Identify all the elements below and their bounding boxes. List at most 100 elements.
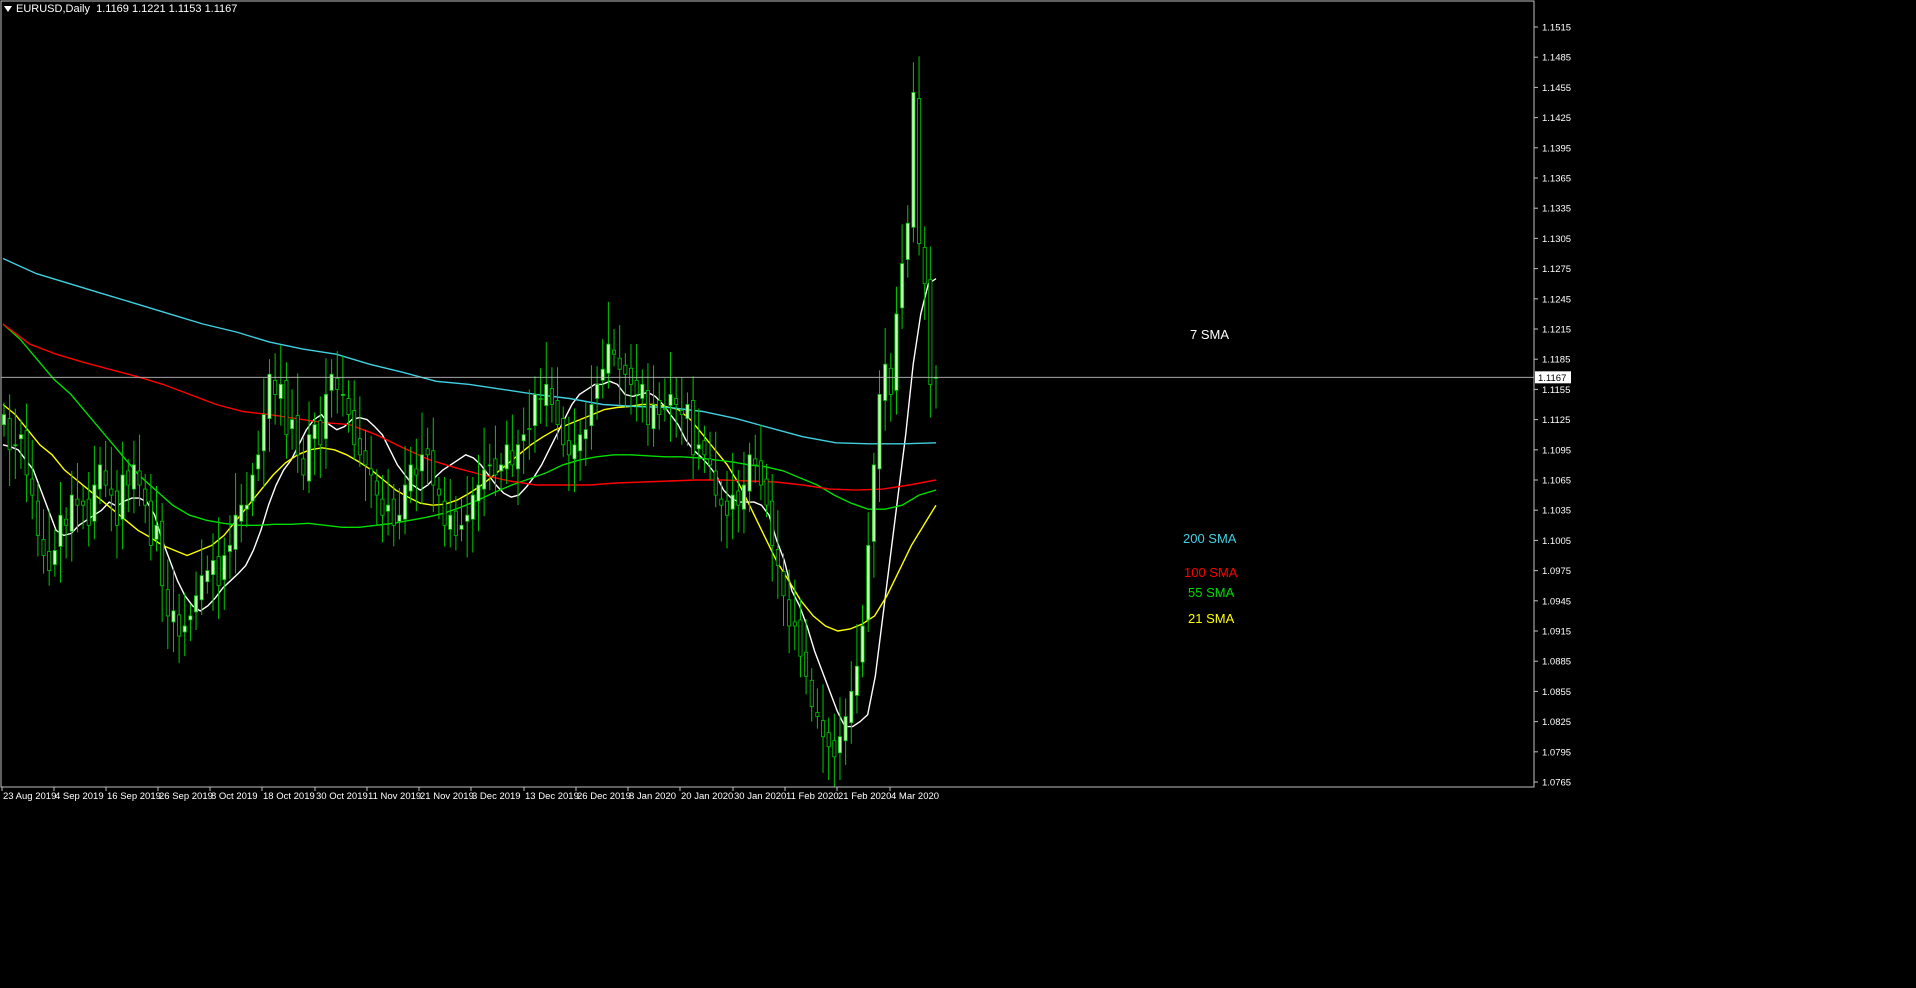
candle-body (137, 470, 142, 486)
candle-body (640, 383, 645, 399)
candle-body (126, 470, 131, 486)
candle-body (261, 414, 266, 452)
candle-body (13, 444, 18, 447)
candle-body (685, 404, 690, 419)
y-tick-label: 1.1335 (1542, 204, 1571, 215)
candle-body (516, 444, 521, 470)
x-tick-label: 20 Jan 2020 (681, 791, 733, 802)
y-tick-label: 1.1365 (1542, 174, 1571, 185)
candle-body (544, 383, 549, 406)
candle-body (741, 484, 746, 510)
candle-body (837, 736, 842, 754)
candle-body (758, 460, 763, 486)
y-tick-label: 1.1305 (1542, 234, 1571, 245)
y-tick-label: 1.1155 (1542, 385, 1570, 396)
candle-body (329, 373, 334, 391)
candle-body (419, 454, 424, 472)
candle-body (566, 440, 571, 456)
candle-body (736, 490, 741, 506)
candle-body (244, 504, 249, 510)
candle-body (64, 518, 69, 526)
candle-body (323, 394, 328, 440)
candle-body (888, 367, 893, 395)
candle-body (476, 484, 481, 502)
candle-body (98, 464, 103, 490)
x-tick-label: 21 Feb 2020 (838, 791, 891, 802)
candle-body (725, 500, 730, 516)
candle-body (549, 387, 554, 405)
candle-body (109, 488, 114, 496)
candle-body (510, 450, 515, 466)
y-tick-label: 1.1395 (1542, 143, 1571, 154)
candle-body (798, 619, 803, 657)
chart-canvas[interactable]: 1.1515 1.1485 1.1455 1.1425 1.1395 1.1365 1.13… (0, 0, 1916, 983)
sma-label-21-sma: 21 SMA (1188, 611, 1235, 626)
candle-body (877, 394, 882, 470)
candle-body (177, 614, 182, 637)
candle-body (436, 488, 441, 496)
candle-body (606, 343, 611, 374)
y-tick-label: 1.1065 (1542, 476, 1571, 487)
candle-body (747, 454, 752, 492)
candle-body (883, 363, 888, 401)
candle-body (719, 498, 724, 506)
candle-body (363, 450, 368, 466)
candle-body (583, 429, 588, 440)
sma-line-100-sma (2, 323, 937, 491)
sma-line-21-sma (2, 403, 937, 632)
candle-body (205, 570, 210, 583)
candle-body (482, 469, 487, 490)
x-tick-label: 4 Sep 2019 (55, 791, 104, 802)
y-tick-label: 1.0915 (1542, 627, 1571, 638)
y-tick-label: 1.1185 (1542, 355, 1570, 366)
y-tick-label: 1.0825 (1542, 717, 1571, 728)
candle-body (674, 398, 679, 405)
candle-body (278, 383, 283, 399)
candle-body (182, 625, 187, 633)
candle-body (403, 484, 408, 520)
candle-body (318, 420, 323, 446)
plot-frame (0, 0, 1535, 788)
candle-body (787, 599, 792, 627)
price-chart[interactable]: 1.1515 1.1485 1.1455 1.1425 1.1395 1.1365 1.13… (0, 0, 1916, 983)
candle-body (148, 500, 153, 546)
x-tick-label: 8 Oct 2019 (211, 791, 257, 802)
candle-body (369, 468, 374, 476)
candle-body (860, 625, 865, 663)
candle-body (804, 651, 809, 677)
candle-body (386, 504, 391, 512)
candle-body (561, 418, 566, 446)
sma-line-200-sma (2, 257, 937, 445)
candle-body (911, 92, 916, 228)
candle-body (770, 500, 775, 546)
y-tick-label: 1.0765 (1542, 778, 1571, 789)
candle-body (900, 263, 905, 309)
collapse-triangle-icon[interactable] (4, 6, 12, 13)
sma-label-7-sma: 7 SMA (1190, 327, 1230, 342)
x-tick-label: 3 Dec 2019 (472, 791, 521, 802)
candle-body (634, 379, 639, 395)
candle-body (267, 373, 272, 419)
candle-body (691, 400, 696, 456)
candle-body (470, 494, 475, 520)
candle-body (273, 379, 278, 395)
candle-body (171, 610, 176, 623)
candle-body (357, 438, 362, 456)
symbol-name: EURUSD,Daily (16, 3, 90, 16)
current-price-label: 1.1167 (1538, 373, 1566, 384)
candle-body (86, 498, 91, 526)
candle-body (216, 556, 221, 587)
candle-body (210, 560, 215, 576)
candle-body (18, 434, 23, 440)
candle-body (617, 357, 622, 370)
y-tick-label: 1.1515 (1542, 23, 1571, 34)
y-tick-label: 1.1245 (1542, 294, 1571, 305)
candle-body (668, 394, 673, 406)
candle-body (493, 458, 498, 476)
candle-body (499, 464, 504, 472)
candle-body (702, 440, 707, 456)
candle-body (233, 514, 238, 550)
candle-body (792, 621, 797, 627)
candle-body (81, 500, 86, 506)
candle-body (256, 454, 261, 470)
